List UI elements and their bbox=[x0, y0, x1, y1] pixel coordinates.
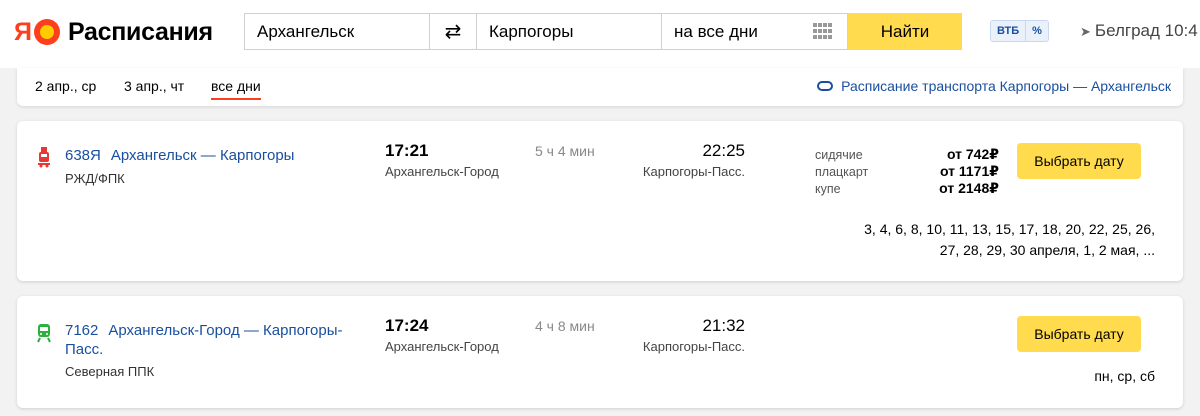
train-number: 638Я bbox=[65, 147, 101, 164]
tab-apr-2[interactable]: 2 апр., ср bbox=[35, 78, 96, 94]
logo-ya: Я bbox=[14, 18, 32, 46]
trip-route[interactable]: 638Я Архангельск — Карпогоры bbox=[65, 146, 365, 165]
geo-text: Белград 10:4 bbox=[1094, 21, 1198, 40]
reverse-icon bbox=[817, 81, 834, 91]
trip-duration: 5 ч 4 мин bbox=[535, 143, 595, 159]
departure-time: 17:21 bbox=[385, 141, 429, 160]
select-date-button[interactable]: Выбрать дату bbox=[1017, 316, 1141, 352]
find-button[interactable]: Найти bbox=[848, 13, 962, 50]
seat-class: плацкарт bbox=[815, 164, 869, 179]
select-date-button[interactable]: Выбрать дату bbox=[1017, 143, 1141, 179]
header: Я Расписания Архангельск ⇄ Карпогоры на … bbox=[0, 0, 1200, 68]
train-number: 7162 bbox=[65, 322, 99, 339]
swap-button[interactable]: ⇄ bbox=[430, 13, 476, 50]
price-row: купе от 2148₽ bbox=[815, 180, 999, 197]
reverse-link-text: Расписание транспорта Карпогоры — Арханг… bbox=[841, 78, 1171, 94]
tab-apr-3[interactable]: 3 апр., чт bbox=[124, 78, 184, 94]
trip-card: 638Я Архангельск — Карпогоры РЖД/ФПК 17:2… bbox=[17, 121, 1183, 281]
price-list: сидячие от 742₽ плацкарт от 1171₽ купе о… bbox=[815, 146, 999, 197]
arrival-time: 22:25 bbox=[702, 141, 745, 160]
carrier: Северная ППК bbox=[65, 364, 155, 379]
from-field[interactable]: Архангельск bbox=[244, 13, 430, 50]
departure-time: 17:24 bbox=[385, 316, 429, 335]
running-days-line: 27, 28, 29, 30 апреля, 1, 2 мая, ... bbox=[939, 242, 1155, 258]
trip-route[interactable]: 7162 Архангельск-Город — Карпогоры-Пасс. bbox=[65, 321, 365, 359]
departure-station: Архангельск-Город bbox=[385, 164, 499, 179]
logo-badge-icon bbox=[33, 19, 60, 45]
suburban-train-icon bbox=[37, 324, 51, 343]
search-form: Архангельск ⇄ Карпогоры на все дни Найти bbox=[244, 13, 962, 50]
arrival-station: Карпогоры-Пасс. bbox=[642, 339, 745, 354]
trip-duration: 4 ч 8 мин bbox=[535, 318, 595, 334]
date-value: на все дни bbox=[674, 21, 758, 41]
route-name: Архангельск — Карпогоры bbox=[110, 147, 295, 164]
swap-icon: ⇄ bbox=[444, 21, 462, 43]
departure-station: Архангельск-Город bbox=[385, 339, 499, 354]
arrival-station: Карпогоры-Пасс. bbox=[642, 164, 745, 179]
price-value: от 2148₽ bbox=[939, 180, 999, 196]
running-days: пн, ср, сб bbox=[1094, 368, 1155, 384]
route-name: Архангельск-Город — Карпогоры-Пасс. bbox=[65, 322, 343, 358]
seat-class: сидячие bbox=[815, 147, 863, 162]
carrier: РЖД/ФПК bbox=[65, 171, 125, 186]
price-row: плацкарт от 1171₽ bbox=[815, 163, 999, 180]
from-value: Архангельск bbox=[257, 21, 355, 41]
date-tabs-bar: 2 апр., ср 3 апр., чт все дни Расписание… bbox=[17, 68, 1183, 106]
price-row: сидячие от 742₽ bbox=[815, 146, 999, 163]
vtb-logo: ВТБ bbox=[991, 21, 1026, 41]
seat-class: купе bbox=[815, 181, 841, 196]
date-field[interactable]: на все дни bbox=[662, 13, 848, 50]
yandex-logo[interactable]: Я Расписания bbox=[14, 16, 213, 48]
to-value: Карпогоры bbox=[489, 21, 574, 41]
price-value: от 742₽ bbox=[946, 146, 999, 162]
vtb-promo[interactable]: ВТБ % bbox=[990, 20, 1049, 42]
arrival-time: 21:32 bbox=[702, 316, 745, 335]
location-arrow-icon: ➤ bbox=[1080, 24, 1091, 39]
vtb-percent: % bbox=[1025, 21, 1048, 41]
geo-location[interactable]: ➤ Белград 10:4 bbox=[1080, 20, 1198, 43]
price-value: от 1171₽ bbox=[939, 163, 999, 179]
to-field[interactable]: Карпогоры bbox=[476, 13, 662, 50]
calendar-icon[interactable] bbox=[813, 22, 833, 41]
trip-card: 7162 Архангельск-Город — Карпогоры-Пасс. … bbox=[17, 296, 1183, 408]
tab-all-days[interactable]: все дни bbox=[211, 78, 261, 100]
long-distance-train-icon bbox=[38, 147, 50, 168]
reverse-schedule-link[interactable]: Расписание транспорта Карпогоры — Арханг… bbox=[817, 78, 1171, 94]
running-days-line: 3, 4, 6, 8, 10, 11, 13, 15, 17, 18, 20, … bbox=[864, 221, 1155, 237]
logo-text: Расписания bbox=[67, 18, 213, 46]
running-days: 3, 4, 6, 8, 10, 11, 13, 15, 17, 18, 20, … bbox=[815, 219, 1155, 261]
